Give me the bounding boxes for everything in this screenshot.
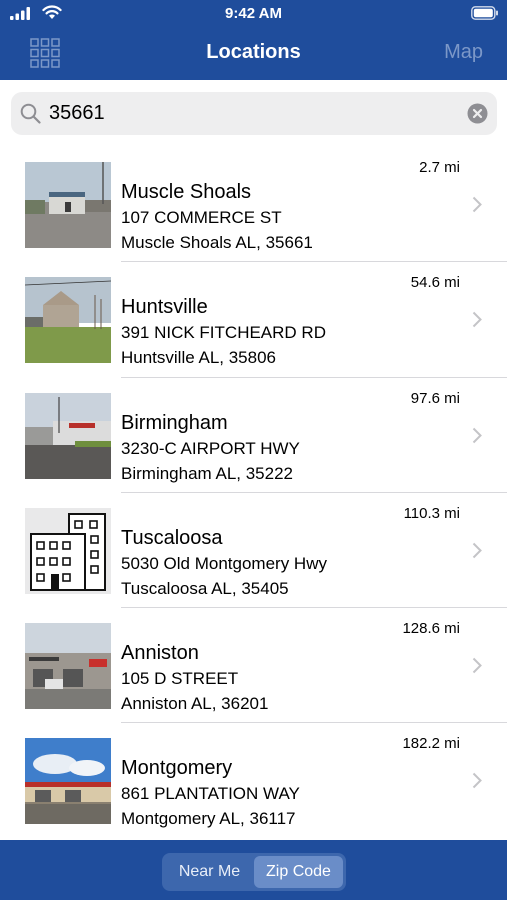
location-city: Tuscaloosa AL, 35405 [121,578,289,598]
segment-near-me[interactable]: Near Me [165,856,254,888]
location-city: Anniston AL, 36201 [121,694,269,714]
search-icon [20,103,41,124]
distance-label: 110.3 mi [403,504,460,522]
location-address: 3230-C AIRPORT HWY [121,438,300,458]
nav-bar: Locations Map [0,28,507,80]
clear-search-icon[interactable] [467,103,488,124]
location-row-huntsville[interactable]: 54.6 mi Huntsville 391 NICK FITCHEARD RD… [0,262,507,378]
location-mode-segmented-control: Near Me Zip Code [162,853,346,891]
location-name: Muscle Shoals [121,181,252,203]
map-button[interactable]: Map [444,41,483,64]
location-photo [25,623,111,710]
distance-label: 128.6 mi [402,620,460,638]
location-name: Birmingham [121,411,228,434]
location-city: Muscle Shoals AL, 35661 [121,233,313,252]
search-bar[interactable] [11,92,497,135]
location-address: 105 D STREET [121,669,239,689]
location-city: Huntsville AL, 35806 [121,348,276,368]
bottom-bar: Near Me Zip Code [0,840,507,900]
location-photo [25,162,111,248]
location-photo [25,392,111,479]
battery-icon [471,6,498,20]
chevron-right-icon [472,657,482,674]
segment-zip-code[interactable]: Zip Code [254,856,343,888]
distance-label: 182.2 mi [402,735,460,753]
chevron-right-icon [472,542,482,559]
location-photo [25,738,111,825]
location-address: 391 NICK FITCHEARD RD [121,323,326,343]
locations-list: 2.7 mi Muscle Shoals 107 COMMERCE ST Mus… [0,147,507,839]
location-city: Birmingham AL, 35222 [121,463,293,483]
distance-label: 97.6 mi [410,389,460,407]
status-time: 9:42 AM [225,5,282,22]
chevron-right-icon [472,773,482,789]
location-row-tuscaloosa[interactable]: 110.3 mi Tuscaloosa 5030 Old Montgomery … [0,493,507,609]
chevron-right-icon [472,427,482,443]
building-placeholder-icon [25,507,111,594]
chevron-right-icon [472,196,482,213]
search-input[interactable] [49,98,449,129]
location-photo [25,277,111,364]
top-header: 9:42 AM Locations Map [0,0,507,80]
location-row-anniston[interactable]: 128.6 mi Anniston 105 D STREET Anniston … [0,608,507,724]
distance-label: 2.7 mi [419,159,460,176]
location-name: Huntsville [121,296,208,319]
location-address: 107 COMMERCE ST [121,208,282,227]
location-city: Montgomery AL, 36117 [121,809,296,829]
chevron-right-icon [472,312,482,328]
page-title: Locations [206,41,301,63]
location-name: Tuscaloosa [121,526,223,549]
location-address: 5030 Old Montgomery Hwy [121,553,327,573]
location-address: 861 PLANTATION WAY [121,784,300,804]
status-bar: 9:42 AM [0,0,507,28]
location-row-birmingham[interactable]: 97.6 mi Birmingham 3230-C AIRPORT HWY Bi… [0,378,507,493]
location-row-muscle-shoals[interactable]: 2.7 mi Muscle Shoals 107 COMMERCE ST Mus… [0,147,507,263]
location-name: Montgomery [121,757,233,780]
distance-label: 54.6 mi [410,274,460,292]
location-row-montgomery[interactable]: 182.2 mi Montgomery 861 PLANTATION WAY M… [0,723,507,838]
location-name: Anniston [121,642,199,665]
